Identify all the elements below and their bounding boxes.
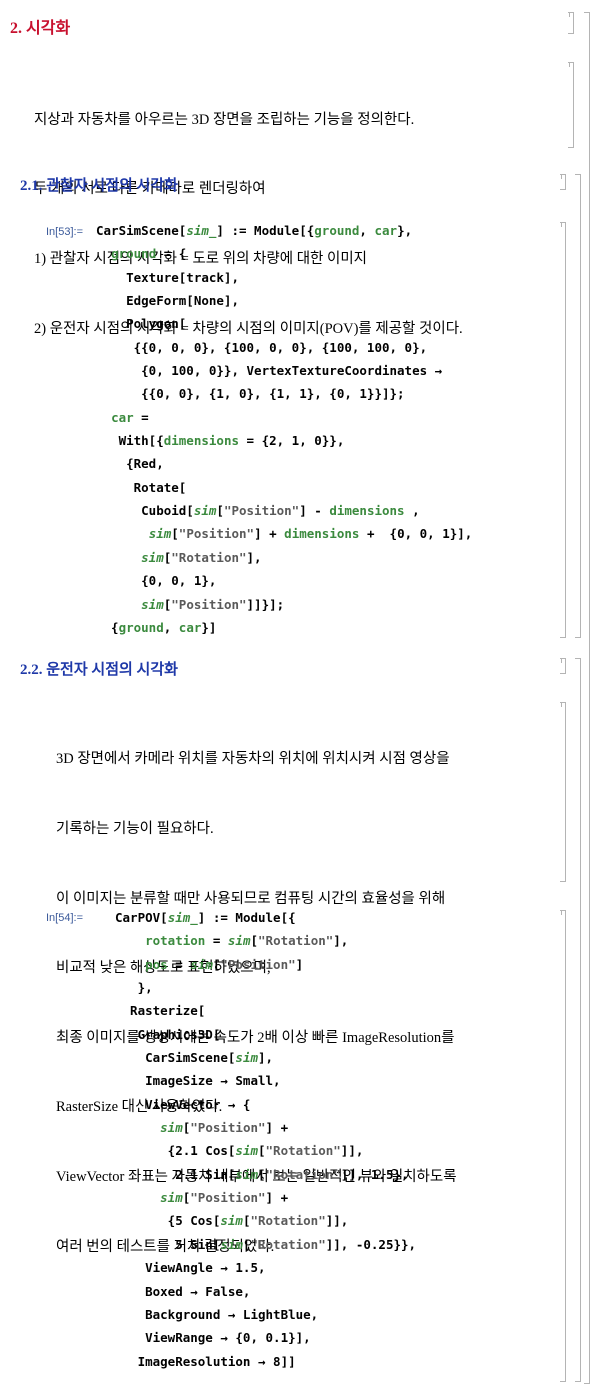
code-line: sim["Position"] + — [160, 1120, 289, 1136]
code-line: CarSimScene[sim], — [115, 1050, 274, 1066]
code-line: ViewVector → { — [115, 1096, 251, 1112]
code-line: car = — [111, 409, 149, 425]
code-line: {0, 0, 1}, — [96, 573, 217, 589]
group-bracket[interactable] — [584, 12, 590, 1384]
notebook-page: 2. 시각화 지상과 자동차를 아우르는 3D 장면을 조립하는 기능을 정의한… — [0, 0, 600, 1385]
code-line: {Red, — [96, 456, 164, 472]
group-bracket[interactable] — [575, 174, 581, 638]
code-line: Graphics3D[ — [115, 1026, 221, 1042]
cell-bracket[interactable] — [560, 702, 566, 882]
code-line: {ground, car}] — [96, 619, 217, 635]
code-line: ground = { — [111, 246, 187, 262]
code-line: Background → LightBlue, — [115, 1306, 319, 1322]
code-line: 5 Sin[sim["Rotation"]], -0.25}}, — [115, 1236, 417, 1252]
code-line: Polygon[ — [96, 316, 187, 332]
code-line: EdgeForm[None], — [96, 293, 239, 309]
code-line: With[{dimensions = {2, 1, 0}}, — [96, 433, 345, 449]
code-line: {{0, 0}, {1, 0}, {1, 1}, {0, 1}}]}; — [96, 386, 405, 402]
driver-line: 기록하는 기능이 필요하다. — [56, 821, 214, 838]
cell-bracket[interactable] — [560, 658, 566, 674]
code-line: ImageResolution → 8]] — [115, 1353, 296, 1369]
code-line: rotation = sim["Rotation"], — [145, 933, 349, 949]
intro-line: 지상과 자동차를 아우르는 3D 장면을 조립하는 기능을 정의한다. — [34, 111, 415, 128]
cell-bracket[interactable] — [560, 910, 566, 1382]
code-line: {{0, 0, 0}, {100, 0, 0}, {100, 100, 0}, — [96, 339, 428, 355]
code-line: Texture[track], — [96, 269, 239, 285]
code-cell-carsimscene[interactable]: CarSimScene[sim_] := Module[{ground, car… — [96, 219, 472, 639]
code-line: Boxed → False, — [115, 1283, 251, 1299]
cell-label-in53: In[53]:= — [46, 226, 84, 238]
cell-bracket[interactable] — [568, 62, 574, 148]
group-bracket[interactable] — [575, 658, 581, 1382]
driver-line: 3D 장면에서 카메라 위치를 자동차의 위치에 위치시켜 시점 영상을 — [56, 751, 450, 768]
code-line: Cuboid[sim["Position"] - dimensions , — [96, 503, 420, 519]
code-line: pos = sim["Position"] — [145, 956, 304, 972]
code-line: }, — [115, 980, 153, 996]
code-line: sim["Position"] + — [160, 1190, 289, 1206]
subsection-title-observer: 2.1. 관찰자 시점의 시각화 — [20, 178, 178, 194]
code-line: {2.1 Cos[sim["Rotation"]], — [115, 1143, 364, 1159]
subsection-title-driver: 2.2. 운전자 시점의 시각화 — [20, 662, 178, 678]
section-title: 2. 시각화 — [10, 20, 71, 37]
code-cell-carpov[interactable]: CarPOV[sim_] := Module[{ rotation = sim[… — [115, 906, 416, 1373]
code-line: {0, 100, 0}}, VertexTextureCoordinates → — [96, 363, 443, 379]
code-line: Rasterize[ — [115, 1003, 206, 1019]
code-line: CarPOV[sim_] := Module[{ — [115, 910, 296, 925]
code-line: sim["Rotation"], — [141, 549, 262, 565]
code-line: CarSimScene[sim_] := Module[{ground, car… — [96, 223, 413, 238]
code-line: ImageSize → Small, — [115, 1073, 281, 1089]
cell-bracket[interactable] — [568, 12, 574, 34]
code-line: Rotate[ — [96, 479, 187, 495]
code-line: {5 Cos[sim["Rotation"]], — [115, 1213, 349, 1229]
code-line: sim["Position"]]}]; — [141, 596, 285, 612]
cell-bracket[interactable] — [560, 222, 566, 638]
cell-label-in54: In[54]:= — [46, 912, 84, 924]
code-line: ViewRange → {0, 0.1}], — [115, 1330, 311, 1346]
code-line: 2.1 Sin[sim["Rotation"]], 1.5}, — [115, 1166, 409, 1182]
code-line: sim["Position"] + dimensions + {0, 0, 1}… — [148, 526, 473, 542]
cell-bracket[interactable] — [560, 174, 566, 190]
code-line: ViewAngle → 1.5, — [115, 1260, 266, 1276]
